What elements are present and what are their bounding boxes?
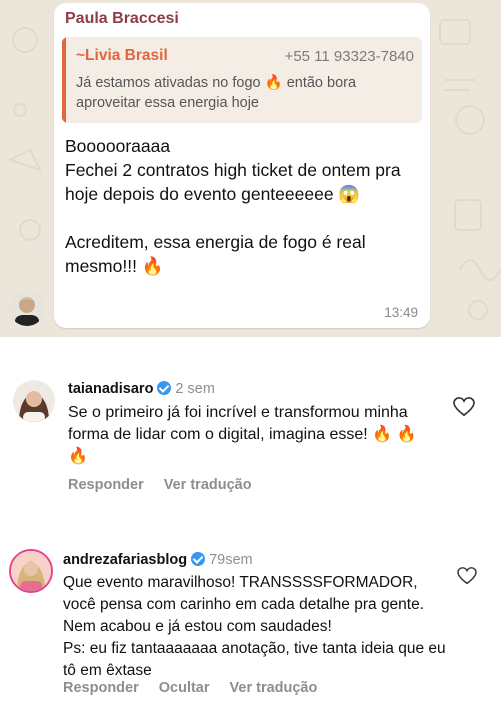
whatsapp-chat-screenshot: Paula Braccesi ~Livia Brasil +55 11 9332…	[0, 0, 501, 337]
comment-actions: Responder Ocultar Ver tradução	[63, 680, 337, 696]
reply-button[interactable]: Responder	[63, 680, 139, 696]
verified-badge-icon	[157, 381, 172, 395]
quoted-message[interactable]: ~Livia Brasil +55 11 93323-7840 Já estam…	[62, 37, 422, 123]
quoted-phone: +55 11 93323-7840	[284, 48, 414, 65]
sender-name[interactable]: Paula Braccesi	[65, 10, 179, 28]
sender-avatar[interactable]	[9, 290, 45, 326]
translate-button[interactable]: Ver tradução	[230, 680, 318, 696]
comment-actions: Responder Ver tradução	[68, 477, 272, 493]
message-text: Boooooraaaa Fechei 2 contratos high tick…	[65, 136, 401, 276]
hide-button[interactable]: Ocultar	[159, 680, 210, 696]
quote-accent-bar	[62, 37, 66, 123]
comment: andrezafariasblog 79sem Que evento maravi…	[0, 543, 501, 708]
verified-badge-icon	[191, 552, 206, 566]
reply-button[interactable]: Responder	[68, 477, 144, 493]
comment-text: Se o primeiro já foi incrível e transfor…	[68, 404, 417, 465]
comment-header: taianadisaro 2 sem	[68, 381, 215, 397]
commenter-avatar[interactable]	[9, 549, 53, 593]
comment-time: 79sem	[209, 552, 253, 568]
heart-outline-icon[interactable]	[457, 567, 477, 585]
translate-button[interactable]: Ver tradução	[164, 477, 252, 493]
heart-outline-icon[interactable]	[453, 397, 475, 417]
quoted-author: ~Livia Brasil	[76, 47, 168, 64]
comment-time: 2 sem	[175, 381, 215, 397]
comment: taianadisaro 2 sem Se o primeiro já foi i…	[0, 372, 501, 502]
commenter-username[interactable]: taianadisaro	[68, 381, 153, 397]
commenter-avatar[interactable]	[13, 380, 55, 422]
quoted-text: Já estamos ativadas no fogo 🔥 então bora…	[76, 75, 357, 111]
message-bubble[interactable]: Paula Braccesi ~Livia Brasil +55 11 9332…	[54, 3, 430, 328]
commenter-username[interactable]: andrezafariasblog	[63, 552, 187, 568]
comment-header: andrezafariasblog 79sem	[63, 552, 253, 568]
message-time: 13:49	[384, 305, 418, 320]
comment-text: Que evento maravilhoso! TRANSSSSFORMADOR…	[63, 574, 446, 679]
